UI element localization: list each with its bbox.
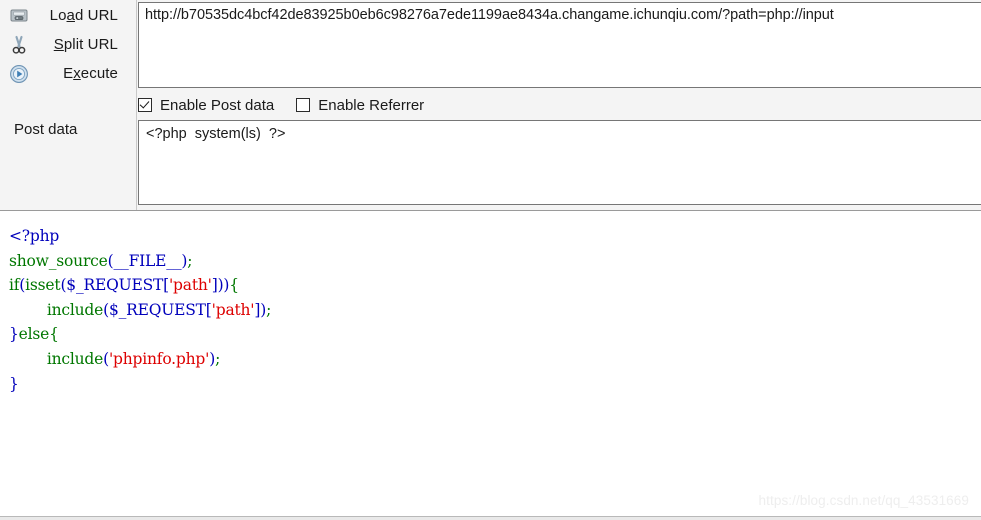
enable-referrer-label: Enable Referrer <box>318 96 425 114</box>
code-token: 'phpinfo.php' <box>108 349 210 368</box>
code-token: include <box>46 300 104 319</box>
code-token: $_REQUEST <box>108 300 206 319</box>
code-token: )) <box>217 276 230 295</box>
execute-label: Execute <box>63 65 118 82</box>
scissors-icon <box>0 35 38 55</box>
code-token: include <box>46 349 104 368</box>
split-url-button[interactable]: Split URL <box>0 30 136 59</box>
code-token: } <box>9 325 19 344</box>
code-token: { <box>49 325 59 344</box>
code-token: __FILE__ <box>113 251 182 270</box>
code-token: { <box>229 276 239 295</box>
code-token: else <box>18 325 50 344</box>
checkbox-box-post-data[interactable] <box>138 98 152 112</box>
response-output-area: <?php show_source(__FILE__); if(isset($_RE… <box>0 212 981 520</box>
enable-post-data-checkbox[interactable]: Enable Post data <box>138 97 274 114</box>
load-url-button[interactable]: Load URL <box>0 1 136 30</box>
url-input-value: http://b70535dc4bcf42de83925b0eb6c98276a… <box>145 7 834 23</box>
code-token: if <box>9 276 20 295</box>
code-token: show_source <box>9 251 108 270</box>
enable-post-data-label: Enable Post data <box>160 96 275 114</box>
code-token: isset <box>25 276 61 295</box>
code-line: } <box>9 372 271 397</box>
post-data-label: Post data <box>14 121 78 138</box>
action-button-column: Load URL Split URL Execute Post data <box>0 0 137 211</box>
code-token: ; <box>266 300 272 319</box>
request-toolbar-panel: Load URL Split URL Execute Post data htt… <box>0 0 981 211</box>
code-token: $_REQUEST <box>66 276 164 295</box>
post-data-textarea[interactable]: <?php system(ls) ?> <box>138 120 981 205</box>
split-url-label: Split URL <box>53 36 118 53</box>
execute-play-icon <box>0 64 38 84</box>
window-bottom-strip <box>0 516 981 520</box>
blog-watermark: https://blog.csdn.net/qq_43531669 <box>758 493 969 508</box>
url-input[interactable]: http://b70535dc4bcf42de83925b0eb6c98276a… <box>138 2 981 88</box>
load-url-icon <box>0 7 38 25</box>
options-row: Enable Post data Enable Referrer <box>138 93 981 117</box>
php-source-code: <?php show_source(__FILE__); if(isset($_RE… <box>9 224 271 396</box>
code-line: include($_REQUEST['path']); <box>9 298 271 323</box>
code-line: if(isset($_REQUEST['path'])){ <box>9 273 271 298</box>
checkbox-box-referrer[interactable] <box>296 98 311 112</box>
code-token: <?php <box>9 227 60 245</box>
post-data-value: <?php system(ls) ?> <box>146 126 286 142</box>
code-line: show_source(__FILE__); <box>9 249 271 274</box>
load-url-label: Load URL <box>49 7 118 24</box>
execute-button[interactable]: Execute <box>0 59 136 88</box>
code-token: 'path' <box>169 276 212 295</box>
code-token: } <box>9 374 19 393</box>
code-line: include('phpinfo.php'); <box>9 347 271 372</box>
code-token: ; <box>187 251 193 270</box>
code-line: <?php <box>9 224 271 249</box>
code-line: }else{ <box>9 322 271 347</box>
code-token: ; <box>215 349 221 368</box>
enable-referrer-checkbox[interactable]: Enable Referrer <box>296 97 424 114</box>
code-token: 'path' <box>211 300 255 319</box>
